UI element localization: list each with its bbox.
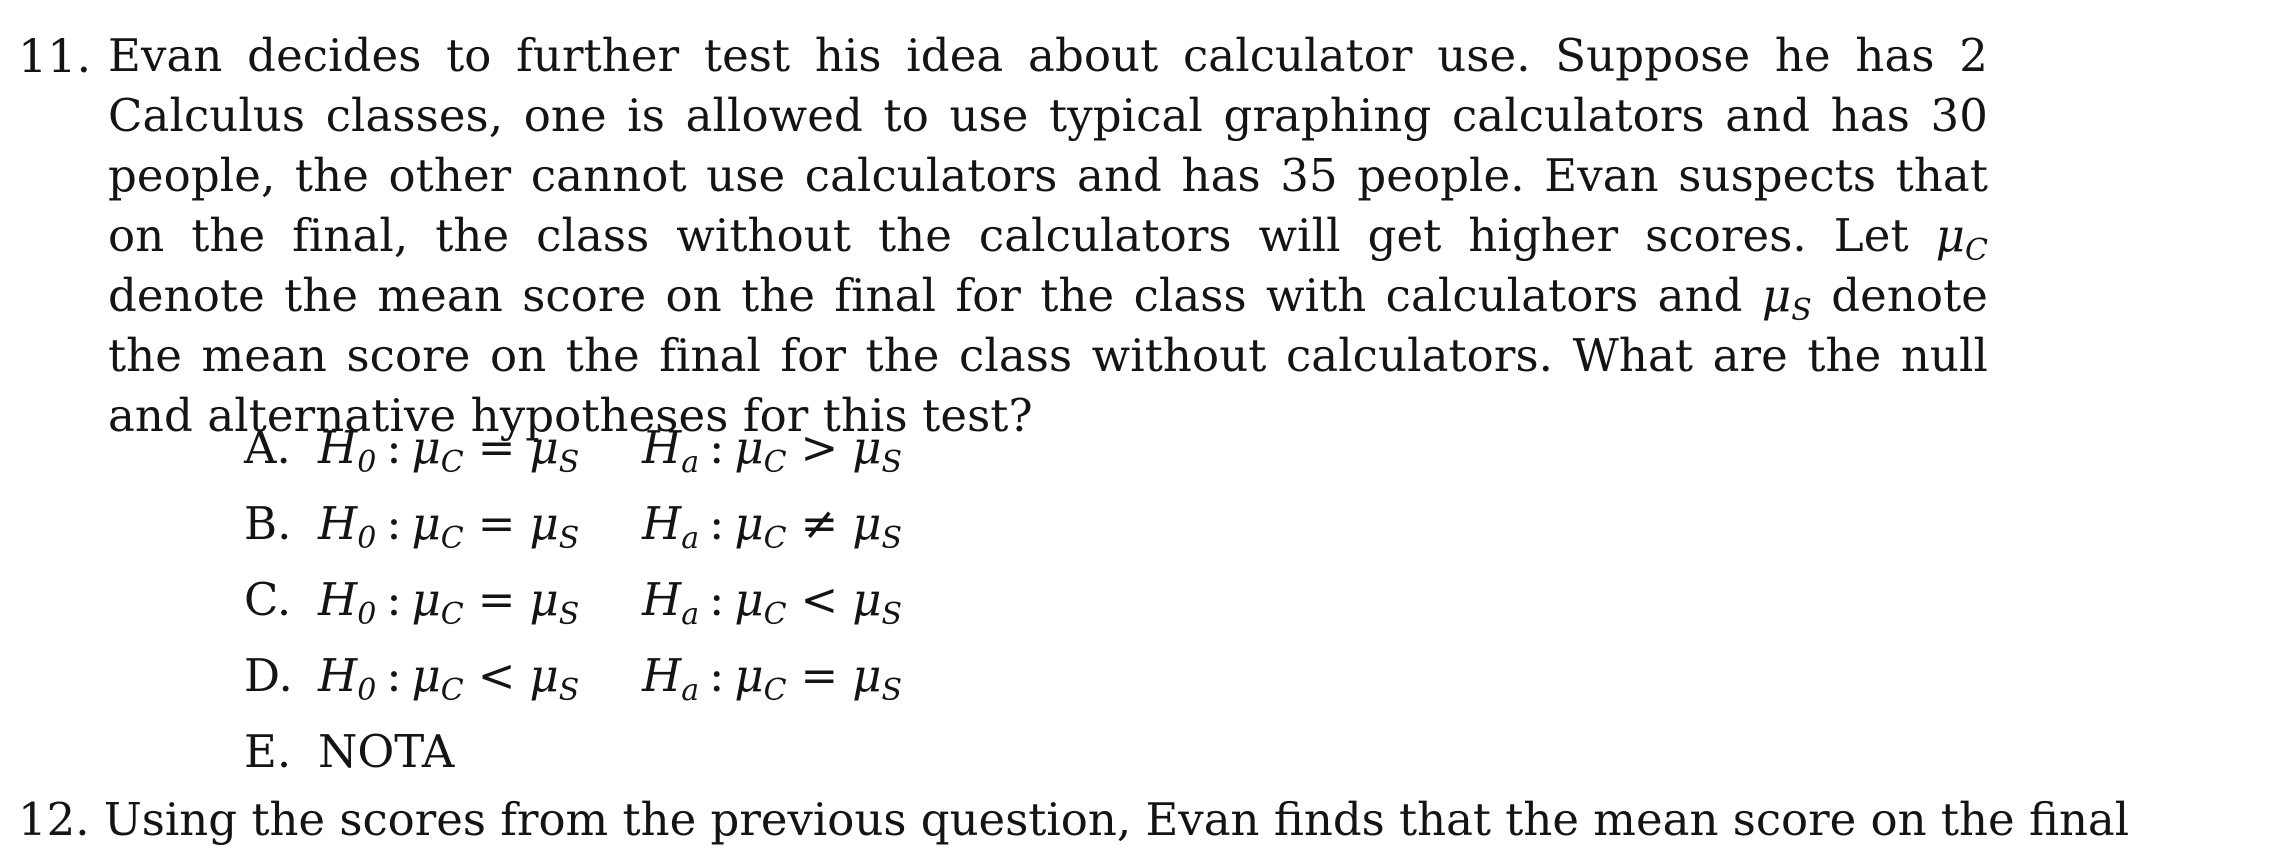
c-subscript: C xyxy=(763,521,787,556)
ha-subscript: a xyxy=(681,521,700,556)
option-letter: C. xyxy=(244,573,292,626)
colon: : xyxy=(386,649,402,702)
h0-subscript: 0 xyxy=(357,597,377,632)
h-symbol: H xyxy=(642,497,682,550)
mu-symbol: μ xyxy=(529,649,559,702)
c-subscript: C xyxy=(763,445,787,480)
relation-symbol: = xyxy=(477,573,516,626)
option-a[interactable]: A. H0: μC = μS Ha: μC > μS xyxy=(244,410,1444,486)
mu-c-symbol: μC xyxy=(1935,209,1988,268)
option-e[interactable]: E. NOTA xyxy=(244,714,1444,790)
mu-symbol: μ xyxy=(734,421,764,474)
mu-symbol: μ xyxy=(852,421,882,474)
h-symbol: H xyxy=(318,649,358,702)
c-subscript: C xyxy=(440,445,464,480)
option-c[interactable]: C. H0: μC = μS Ha: μC < μS xyxy=(244,562,1444,638)
s-subscript: S xyxy=(558,597,580,632)
c-subscript: C xyxy=(440,521,464,556)
null-hypothesis: H0: μC = μS xyxy=(318,486,642,562)
mu-s-subscript: S xyxy=(1791,293,1812,328)
question-number: 11. xyxy=(18,29,92,83)
relation-symbol: ≠ xyxy=(800,497,839,550)
relation-symbol: < xyxy=(800,573,839,626)
ha-subscript: a xyxy=(681,673,700,708)
c-subscript: C xyxy=(440,597,464,632)
h0-subscript: 0 xyxy=(357,673,377,708)
colon: : xyxy=(386,421,402,474)
relation-symbol: > xyxy=(800,421,839,474)
alt-hypothesis: Ha: μC < μS xyxy=(642,562,902,638)
mu-symbol: μ xyxy=(852,649,882,702)
h-symbol: H xyxy=(642,421,682,474)
s-subscript: S xyxy=(558,521,580,556)
ha-subscript: a xyxy=(681,597,700,632)
mu-symbol: μ xyxy=(734,497,764,550)
mu-symbol: μ xyxy=(411,497,441,550)
h-symbol: H xyxy=(318,497,358,550)
relation-symbol: = xyxy=(477,497,516,550)
mu-symbol: μ xyxy=(529,573,559,626)
relation-symbol: < xyxy=(477,649,516,702)
colon: : xyxy=(709,421,725,474)
option-letter: D. xyxy=(244,649,293,702)
mu-c-subscript: C xyxy=(1964,233,1988,268)
h-symbol: H xyxy=(642,649,682,702)
mu-symbol: μ xyxy=(852,497,882,550)
s-subscript: S xyxy=(881,673,903,708)
mu-symbol: μ xyxy=(852,573,882,626)
c-subscript: C xyxy=(763,673,787,708)
null-hypothesis: H0: μC = μS xyxy=(318,562,642,638)
alt-hypothesis: Ha: μC ≠ μS xyxy=(642,486,902,562)
colon: : xyxy=(386,573,402,626)
s-subscript: S xyxy=(881,597,903,632)
colon: : xyxy=(709,573,725,626)
h-symbol: H xyxy=(318,421,358,474)
alt-hypothesis: Ha: μC = μS xyxy=(642,638,902,714)
ha-subscript: a xyxy=(681,445,700,480)
option-b[interactable]: B. H0: μC = μS Ha: μC ≠ μS xyxy=(244,486,1444,562)
c-subscript: C xyxy=(763,597,787,632)
mu-symbol: μ xyxy=(734,649,764,702)
mu-symbol: μ xyxy=(411,573,441,626)
mu-symbol: μ xyxy=(529,421,559,474)
h0-subscript: 0 xyxy=(357,445,377,480)
mu-symbol: μ xyxy=(411,421,441,474)
exam-page: 11. Evan decides to further test his ide… xyxy=(0,0,2270,846)
question-line-5a: for the class with calculators and xyxy=(955,269,1743,322)
s-subscript: S xyxy=(881,521,903,556)
relation-symbol: = xyxy=(477,421,516,474)
h-symbol: H xyxy=(642,573,682,626)
colon: : xyxy=(709,497,725,550)
answer-options: A. H0: μC = μS Ha: μC > μS B. H0: μC = μS Ha: μC ≠ μS C.… xyxy=(244,410,1444,790)
h-symbol: H xyxy=(318,573,358,626)
colon: : xyxy=(709,649,725,702)
s-subscript: S xyxy=(558,445,580,480)
c-subscript: C xyxy=(440,673,464,708)
relation-symbol: = xyxy=(800,649,839,702)
option-letter: E. xyxy=(244,725,292,778)
question-line-4b: denote the mean score on the final xyxy=(108,269,937,322)
mu-s-symbol: μS xyxy=(1761,269,1812,328)
next-question-cutoff: 12. Using the scores from the previous q… xyxy=(18,793,2130,846)
mu-symbol: μ xyxy=(411,649,441,702)
s-subscript: S xyxy=(881,445,903,480)
option-text: NOTA xyxy=(318,725,455,778)
mu-symbol: μ xyxy=(734,573,764,626)
option-letter: B. xyxy=(244,497,292,550)
option-d[interactable]: D. H0: μC < μS Ha: μC = μS xyxy=(244,638,1444,714)
alt-hypothesis: Ha: μC > μS xyxy=(642,410,902,486)
null-hypothesis: H0: μC < μS xyxy=(318,638,642,714)
mu-symbol: μ xyxy=(529,497,559,550)
s-subscript: S xyxy=(558,673,580,708)
question-line-4a: without the calculators will get higher … xyxy=(676,209,1909,262)
h0-subscript: 0 xyxy=(357,521,377,556)
question-text: Evan decides to further test his idea ab… xyxy=(108,26,1988,446)
colon: : xyxy=(386,497,402,550)
null-hypothesis: H0: μC = μS xyxy=(318,410,642,486)
option-letter: A. xyxy=(244,421,291,474)
